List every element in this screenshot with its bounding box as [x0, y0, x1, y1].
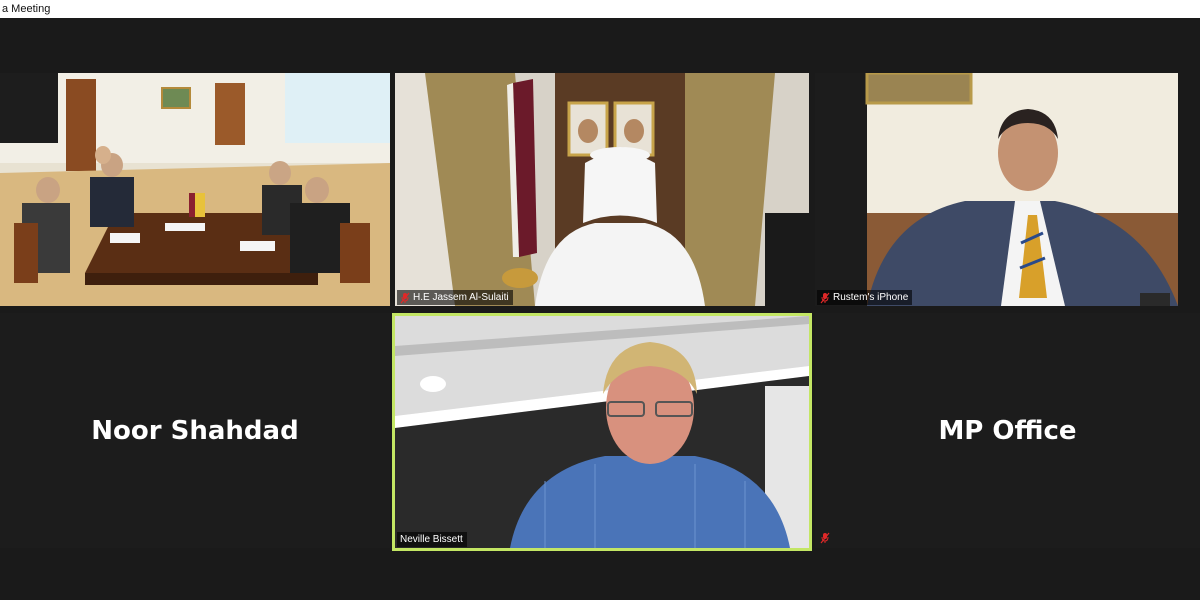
mic-muted-icon [820, 532, 830, 544]
participant-name: Neville Bissett [400, 534, 463, 545]
conference-room-video [0, 73, 390, 306]
participant-display-name: Noor Shahdad [91, 415, 299, 446]
video-tile-mp-office[interactable]: MP Office [815, 313, 1200, 548]
participant-name: Rustem's iPhone [833, 292, 909, 303]
video-tile-rustem[interactable]: Rustem's iPhone [815, 73, 1178, 306]
window-title: a Meeting [0, 0, 1200, 18]
participant-display-name: MP Office [938, 415, 1077, 446]
participant-name-label: H.E Jassem Al-Sulaiti [397, 290, 513, 305]
video-tile-jassem[interactable]: H.E Jassem Al-Sulaiti [395, 73, 809, 306]
rustem-video [815, 73, 1178, 306]
video-tile-neville[interactable]: Neville Bissett [392, 313, 812, 551]
participant-name: H.E Jassem Al-Sulaiti [413, 292, 509, 303]
neville-video [395, 316, 809, 548]
jassem-video [395, 73, 809, 306]
mic-muted-icon [820, 292, 830, 303]
video-tile-conference-room[interactable] [0, 73, 390, 306]
participant-name-label: Neville Bissett [397, 532, 467, 547]
video-tile-noor[interactable]: Noor Shahdad [0, 313, 390, 548]
mic-muted-icon [400, 292, 410, 303]
participant-name-label: Rustem's iPhone [817, 290, 913, 305]
